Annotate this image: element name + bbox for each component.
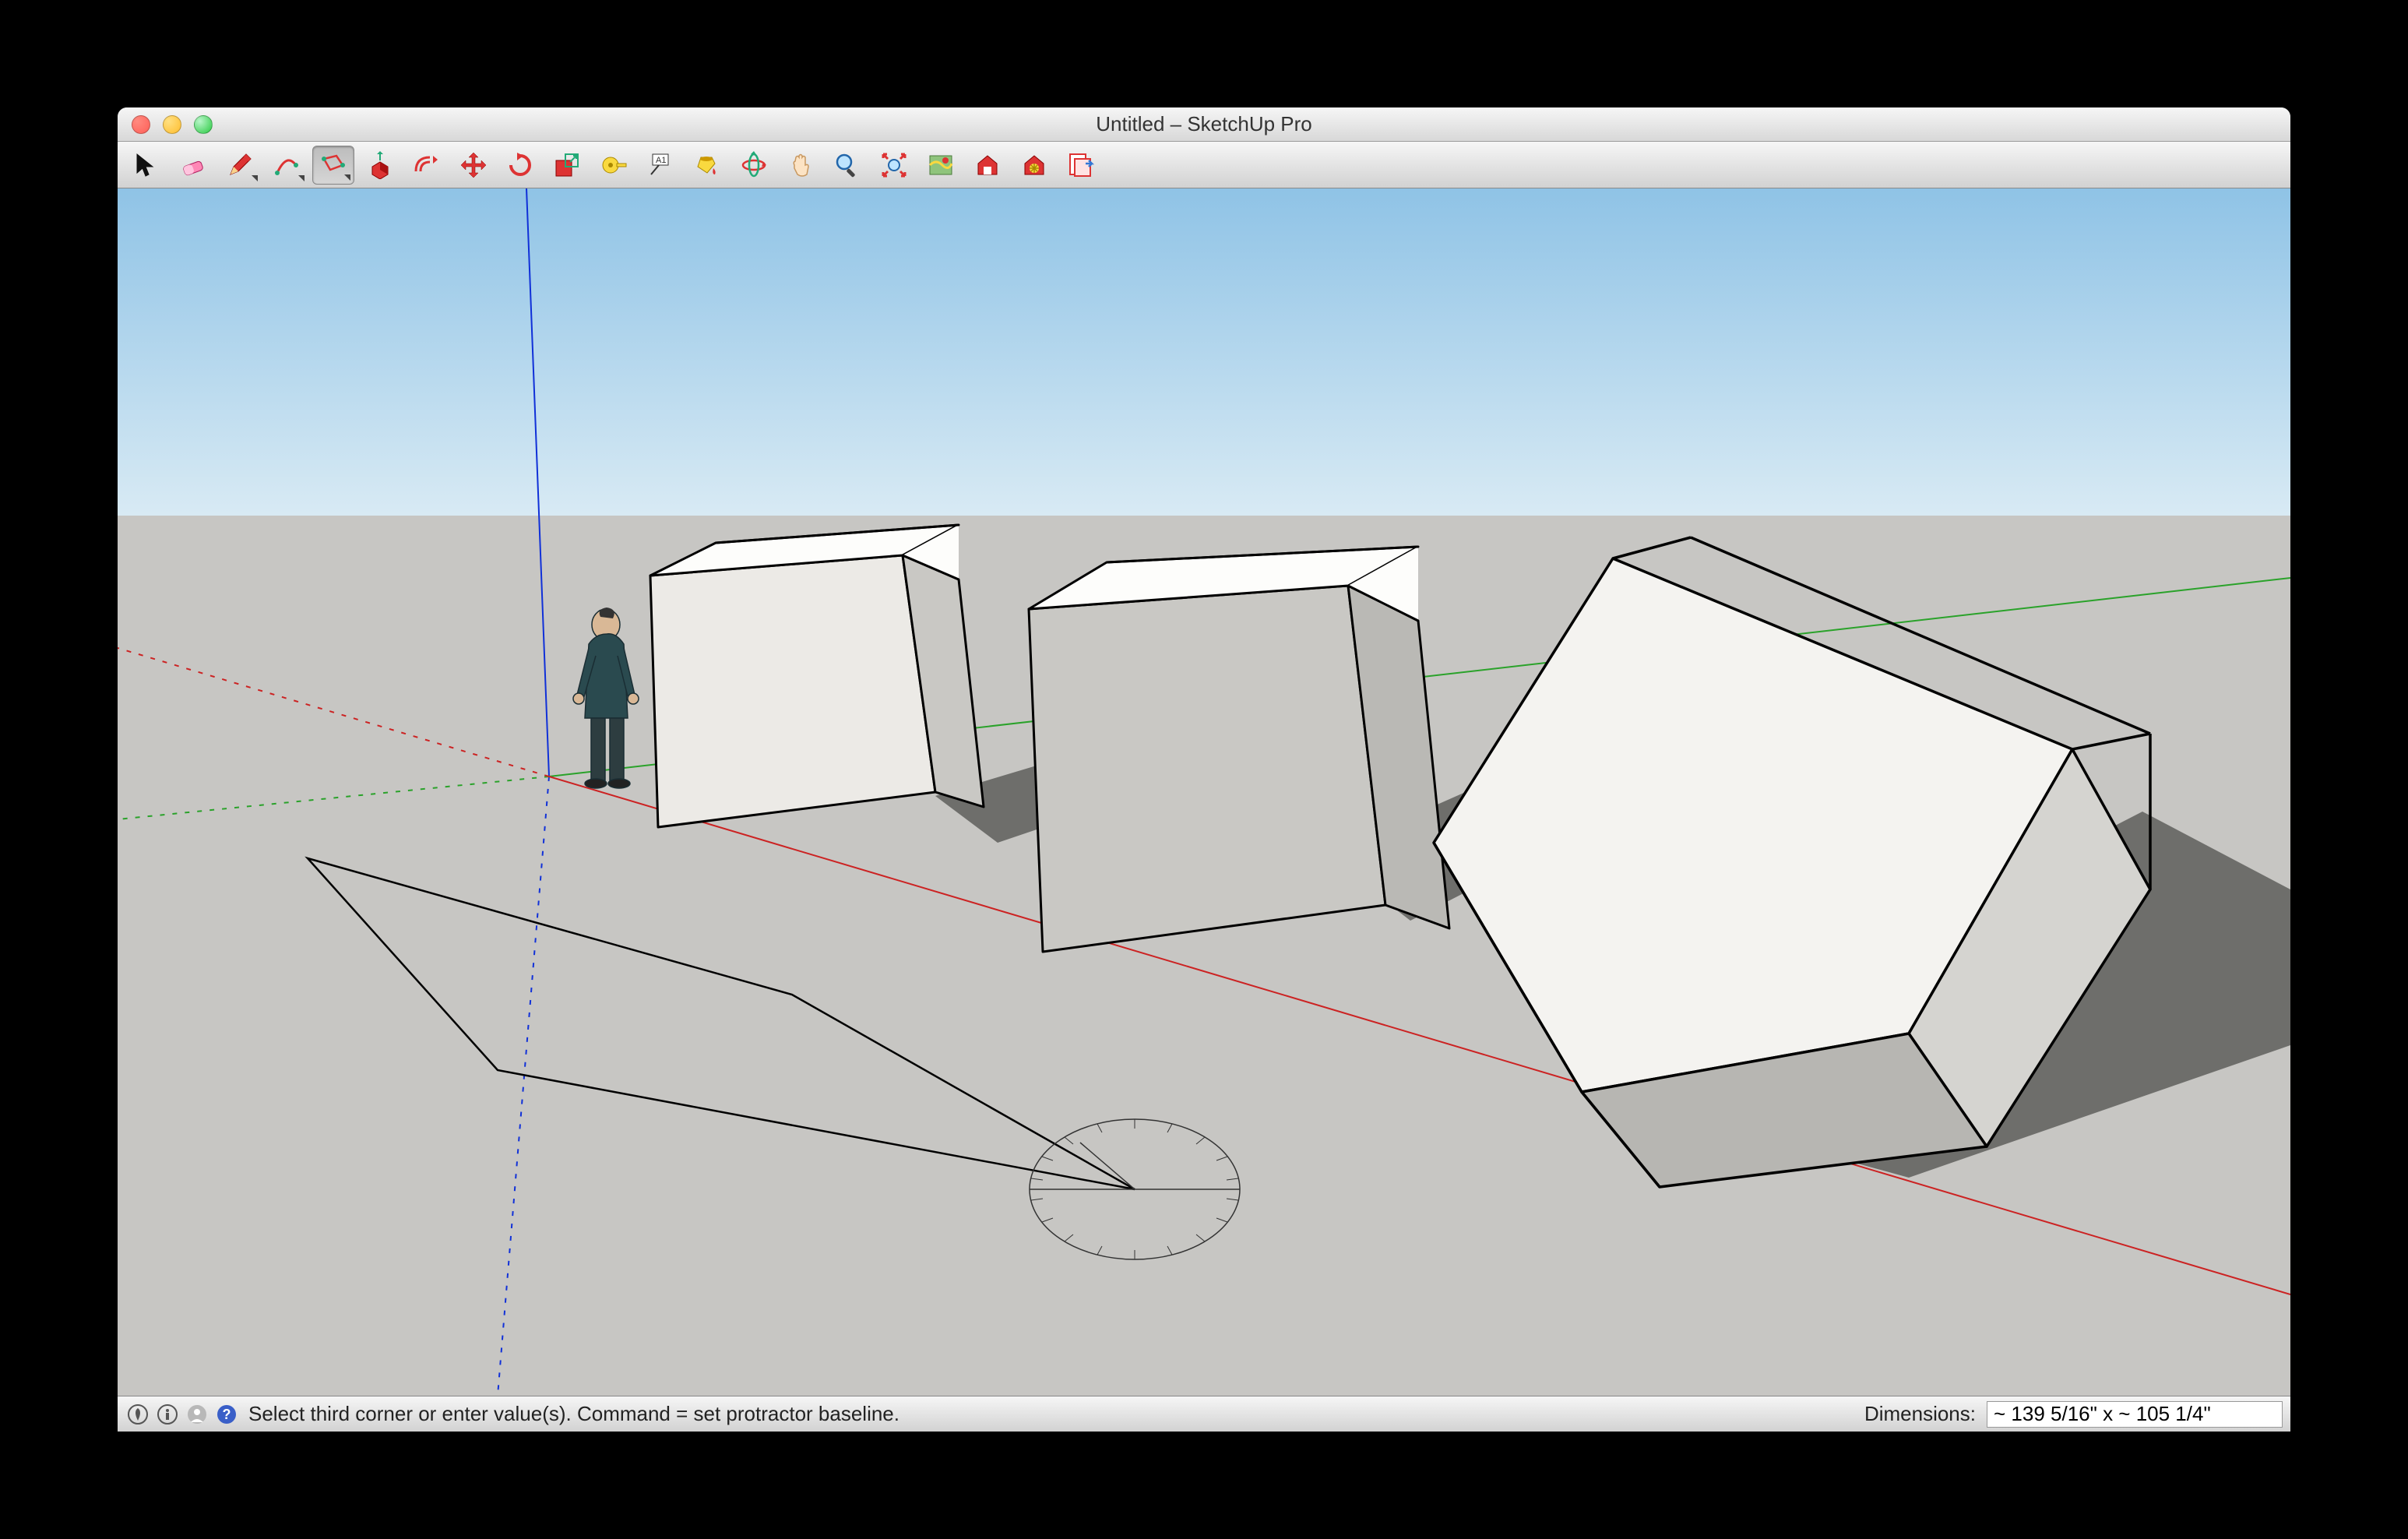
move-icon [459, 151, 488, 179]
text-icon: A1 [646, 151, 674, 179]
cursor-icon [132, 151, 160, 179]
dimensions-input[interactable] [1987, 1401, 2283, 1428]
window-title: Untitled – SketchUp Pro [118, 112, 2290, 136]
dimensions-label: Dimensions: [1864, 1402, 1976, 1426]
cube-2 [1029, 547, 1449, 952]
app-window: Untitled – SketchUp Pro [118, 107, 2290, 1432]
tool-zoom[interactable] [826, 146, 868, 185]
tool-text[interactable]: A1 [639, 146, 681, 185]
rectangle-icon [319, 151, 347, 179]
zoom-extents-icon [880, 151, 908, 179]
tool-layout[interactable] [1060, 146, 1102, 185]
magnifier-icon [833, 151, 861, 179]
viewport-3d[interactable] [118, 188, 2290, 1396]
scale-icon [553, 151, 581, 179]
traffic-lights [118, 115, 213, 134]
arc-icon [273, 151, 301, 179]
tool-zoom-extents[interactable] [873, 146, 915, 185]
tool-shape[interactable] [312, 146, 354, 185]
cube-1 [650, 525, 984, 827]
offset-icon [413, 151, 441, 179]
zoom-button[interactable] [194, 115, 213, 134]
extensions-icon [1020, 151, 1048, 179]
minimize-button[interactable] [163, 115, 181, 134]
tool-move[interactable] [452, 146, 495, 185]
tool-geo[interactable] [920, 146, 962, 185]
tool-offset[interactable] [406, 146, 448, 185]
close-button[interactable] [132, 115, 150, 134]
eraser-icon [179, 151, 207, 179]
map-icon [927, 151, 955, 179]
tool-pan[interactable] [780, 146, 822, 185]
tool-line[interactable] [219, 146, 261, 185]
svg-text:?: ? [223, 1407, 231, 1422]
statusbar: ? Select third corner or enter value(s).… [118, 1396, 2290, 1432]
warehouse-icon [973, 151, 1002, 179]
tool-rotate[interactable] [499, 146, 541, 185]
tool-tape[interactable] [593, 146, 635, 185]
help-icon[interactable]: ? [214, 1402, 239, 1427]
tool-paint[interactable] [686, 146, 728, 185]
layout-icon [1067, 151, 1095, 179]
info-icon[interactable] [155, 1402, 180, 1427]
pencil-icon [226, 151, 254, 179]
user-icon[interactable] [185, 1402, 209, 1427]
titlebar[interactable]: Untitled – SketchUp Pro [118, 107, 2290, 142]
tool-arc[interactable] [266, 146, 308, 185]
tape-icon [600, 151, 628, 179]
hand-icon [787, 151, 815, 179]
orbit-icon [740, 151, 768, 179]
tool-select[interactable] [125, 146, 167, 185]
tool-warehouse[interactable] [966, 146, 1009, 185]
pushpull-icon [366, 151, 394, 179]
tool-scale[interactable] [546, 146, 588, 185]
rotate-icon [506, 151, 534, 179]
geo-info-icon[interactable] [125, 1402, 150, 1427]
tool-eraser[interactable] [172, 146, 214, 185]
svg-text:A1: A1 [656, 156, 666, 165]
toolbar: A1 [118, 142, 2290, 188]
scene-3d [118, 188, 2290, 1396]
status-message: Select third corner or enter value(s). C… [248, 1402, 899, 1426]
tool-pushpull[interactable] [359, 146, 401, 185]
tool-orbit[interactable] [733, 146, 775, 185]
paint-icon [693, 151, 721, 179]
tool-extensions[interactable] [1013, 146, 1055, 185]
